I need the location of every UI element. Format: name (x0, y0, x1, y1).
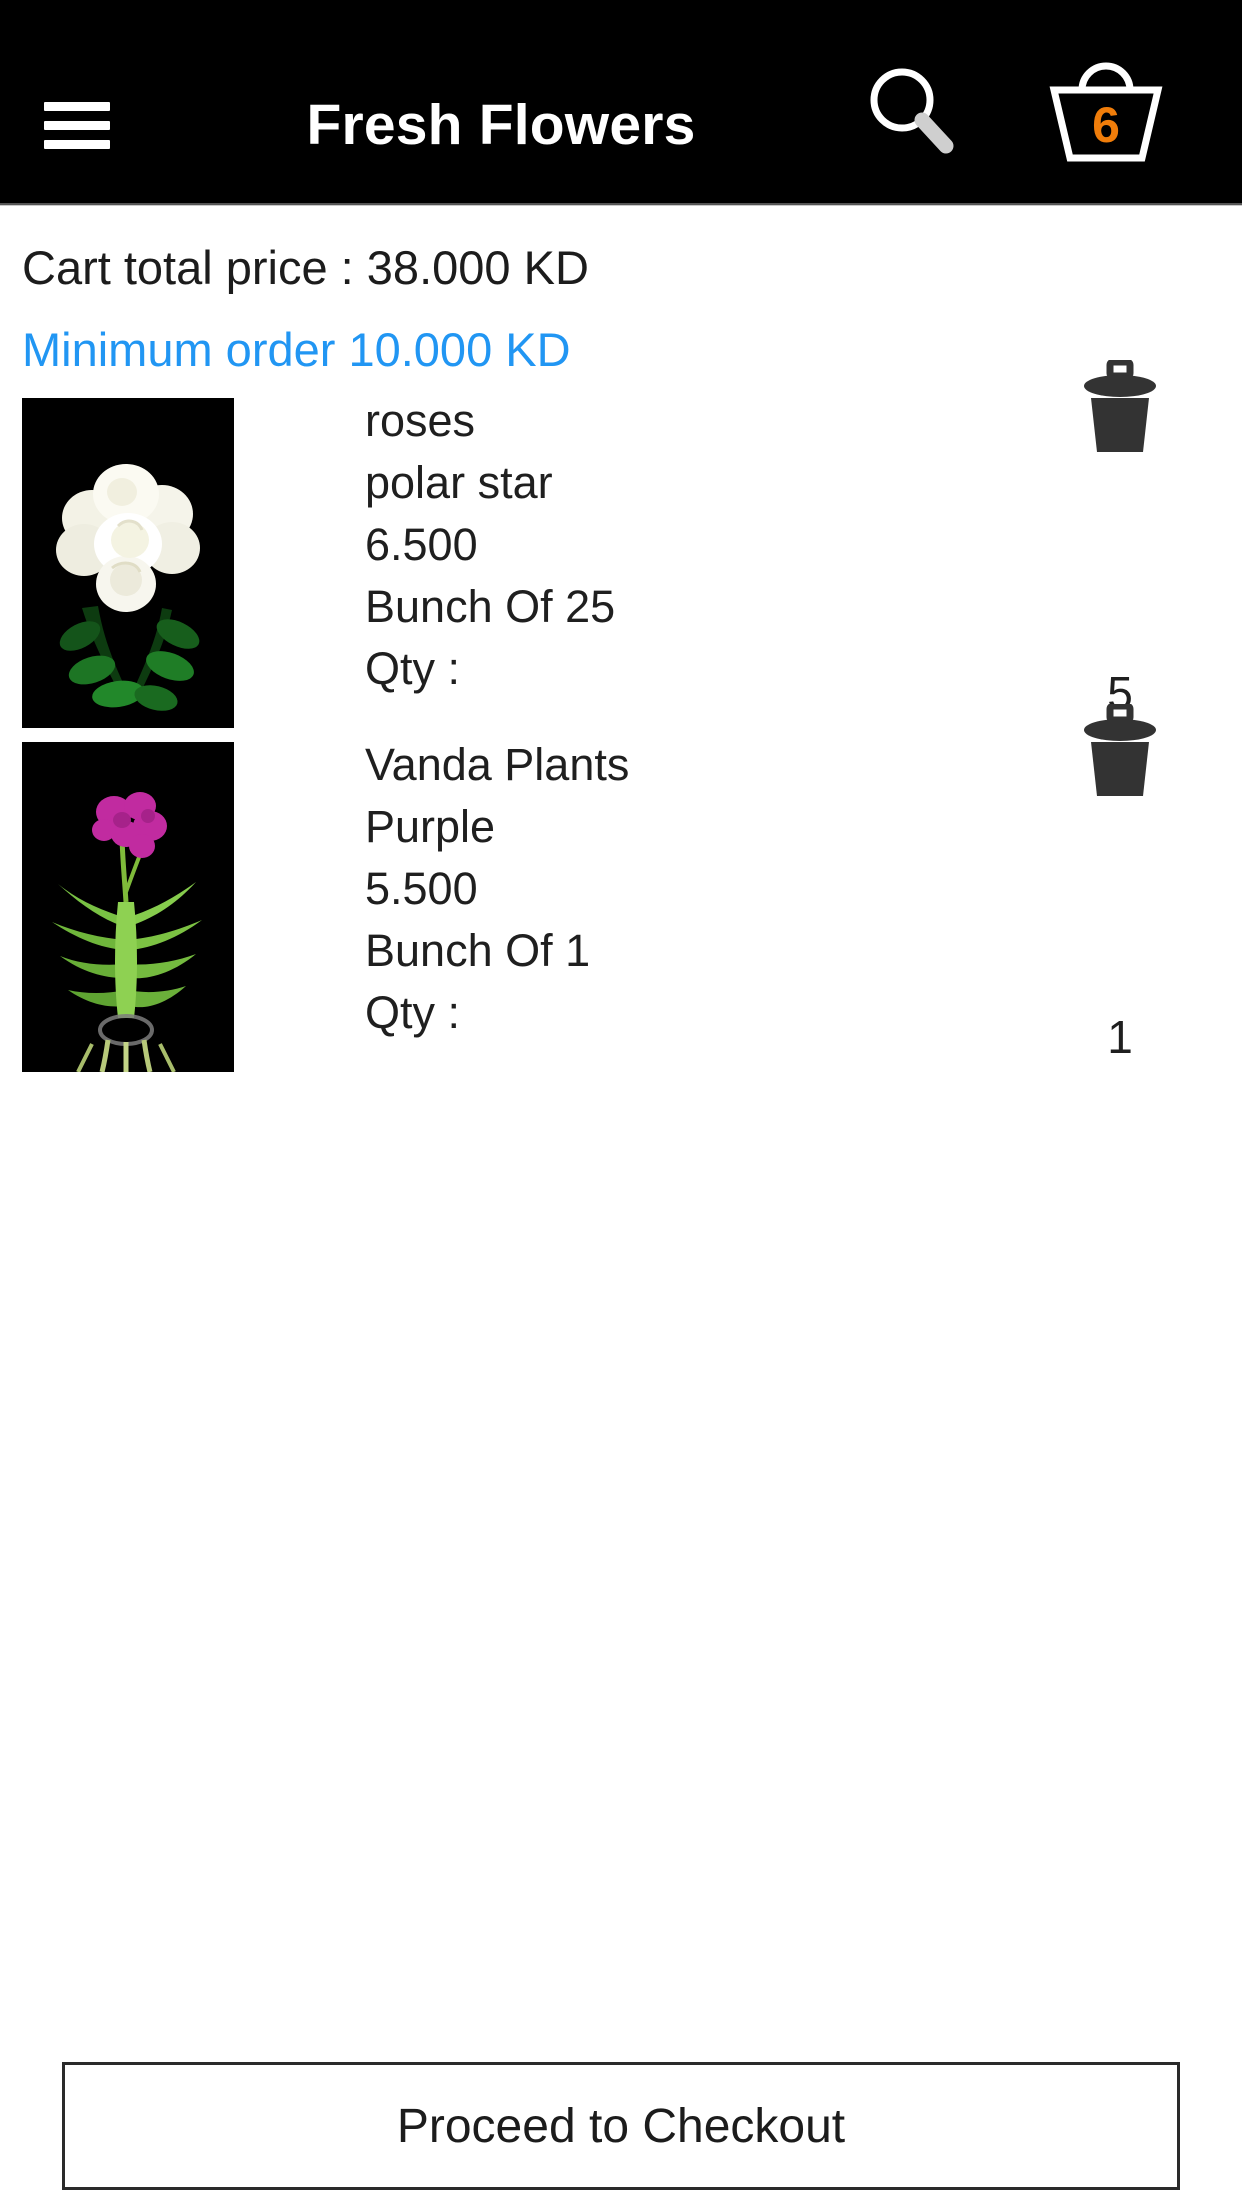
product-thumbnail[interactable] (22, 398, 234, 728)
minimum-order-notice: Minimum order 10.000 KD (22, 323, 571, 376)
product-variety: Purple (365, 801, 496, 852)
product-price: 5.500 (365, 863, 478, 914)
cart-item-row: roses polar star 6.500 Bunch Of 25 Qty :… (0, 360, 1242, 742)
product-details: roses polar star 6.500 Bunch Of 25 Qty : (365, 398, 1005, 708)
product-thumbnail[interactable] (22, 742, 234, 1072)
trash-icon[interactable] (1060, 360, 1180, 470)
header-divider (0, 203, 1242, 206)
trash-icon[interactable] (1060, 704, 1180, 814)
cart-item-list: roses polar star 6.500 Bunch Of 25 Qty :… (0, 360, 1242, 1086)
cart-item-row: Vanda Plants Purple 5.500 Bunch Of 1 Qty… (0, 704, 1242, 1086)
product-bunch: Bunch Of 25 (365, 581, 616, 632)
product-name: Vanda Plants (365, 739, 630, 790)
product-name: roses (365, 395, 476, 446)
product-qty-label: Qty : (365, 987, 461, 1038)
product-qty-value: 1 (1107, 1011, 1133, 1063)
app-header: Fresh Flowers 6 (0, 0, 1242, 205)
proceed-to-checkout-button[interactable]: Proceed to Checkout (62, 2062, 1180, 2190)
product-variety: polar star (365, 457, 553, 508)
product-qty-label: Qty : (365, 643, 461, 694)
cart-total-price: Cart total price : 38.000 KD (22, 241, 589, 294)
search-icon[interactable] (858, 60, 966, 156)
shopping-basket-icon[interactable]: 6 (1042, 52, 1170, 164)
product-bunch: Bunch Of 1 (365, 925, 591, 976)
product-price: 6.500 (365, 519, 478, 570)
cart-badge-count: 6 (1092, 97, 1120, 153)
product-details: Vanda Plants Purple 5.500 Bunch Of 1 Qty… (365, 742, 1005, 1052)
